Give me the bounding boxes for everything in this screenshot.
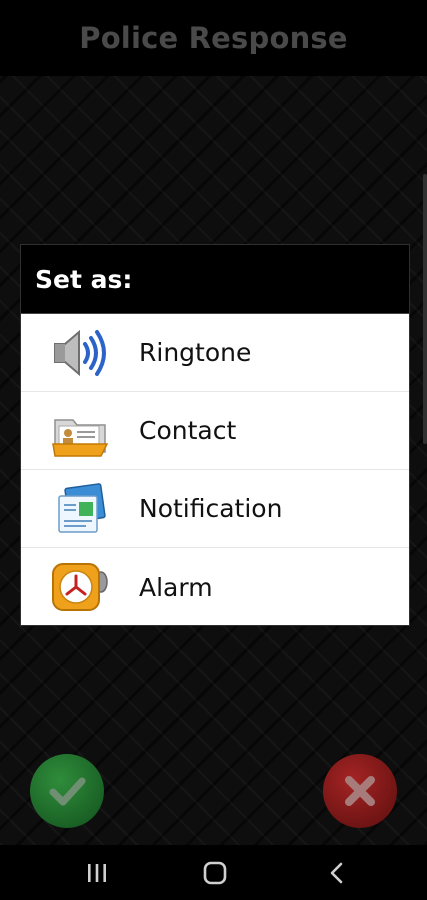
- notification-icon: [58, 482, 106, 533]
- contact-folder-icon: [52, 418, 109, 457]
- option-notification[interactable]: Notification: [21, 470, 409, 548]
- speaker-icon: [54, 329, 106, 376]
- back-icon[interactable]: [323, 859, 351, 887]
- cancel-button[interactable]: [323, 754, 397, 828]
- option-alarm[interactable]: Alarm: [21, 548, 409, 626]
- option-label: Notification: [139, 494, 283, 523]
- option-label: Alarm: [139, 572, 213, 602]
- app-title-bar: Police Response: [0, 0, 427, 76]
- close-icon: [345, 776, 375, 806]
- recent-apps-icon[interactable]: [83, 859, 111, 887]
- confirm-button[interactable]: [30, 754, 104, 828]
- system-nav-bar: [0, 845, 427, 900]
- alarm-clock-icon: [52, 563, 108, 611]
- dialog-title: Set as:: [35, 264, 133, 294]
- app-title: Police Response: [79, 21, 348, 55]
- option-label: Ringtone: [139, 338, 252, 367]
- option-label: Contact: [139, 416, 237, 445]
- checkmark-icon: [49, 777, 86, 806]
- set-as-dialog: Set as: Ringtone Contact Notification Al…: [20, 244, 410, 626]
- option-contact[interactable]: Contact: [21, 392, 409, 470]
- option-ringtone[interactable]: Ringtone: [21, 314, 409, 392]
- dialog-title-bar: Set as:: [21, 245, 409, 314]
- home-icon[interactable]: [201, 859, 229, 887]
